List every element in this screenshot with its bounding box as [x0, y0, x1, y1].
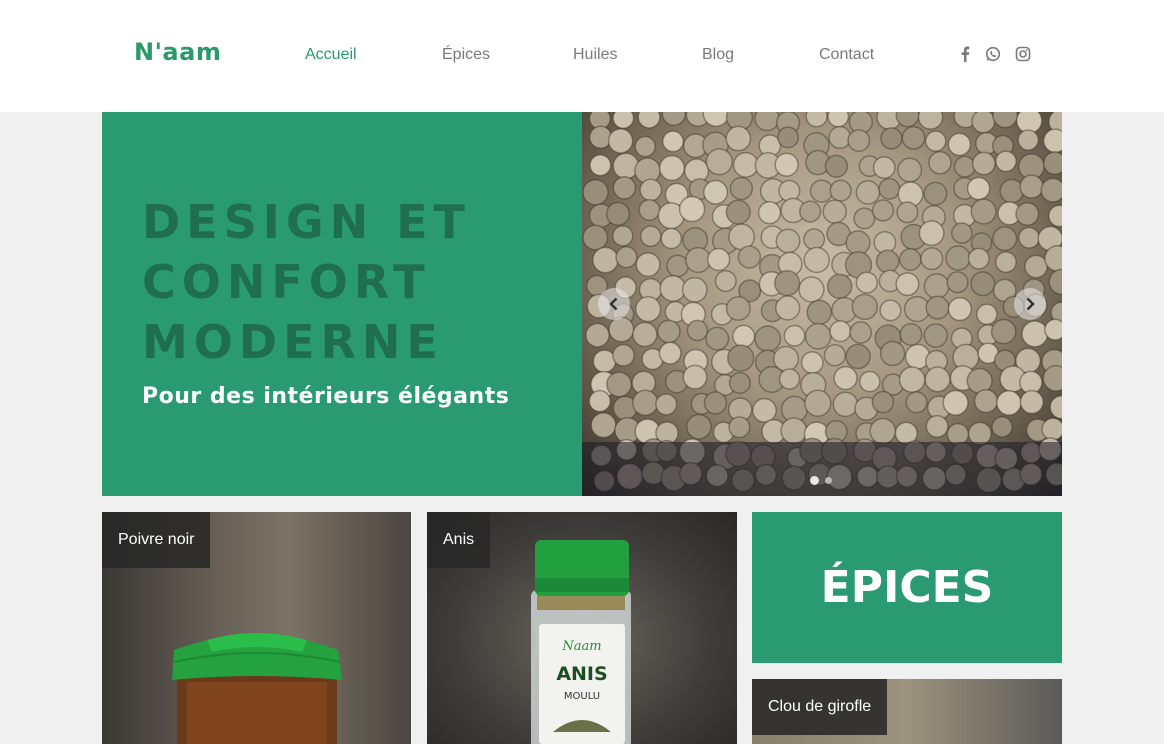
nav-accueil[interactable]: Accueil	[305, 46, 357, 64]
jar-sub-text: MOULU	[564, 691, 600, 702]
card-label: Poivre noir	[102, 512, 211, 568]
logo[interactable]: N'aam	[134, 38, 221, 66]
slider-dot-2[interactable]	[825, 477, 832, 484]
whatsapp-icon[interactable]	[984, 45, 1002, 63]
nav-huiles[interactable]: Huiles	[573, 46, 617, 64]
nav-blog[interactable]: Blog	[702, 46, 734, 64]
hero-image	[582, 112, 1062, 496]
slider-dot-1[interactable]	[810, 476, 819, 485]
chevron-left-icon	[609, 297, 618, 311]
nav-contact[interactable]: Contact	[819, 46, 874, 64]
hero-subtitle: Pour des intérieurs élégants	[142, 384, 510, 409]
site-header: N'aam Accueil Épices Huiles Blog Contact	[0, 0, 1164, 112]
instagram-icon[interactable]	[1014, 45, 1032, 63]
nav-epices[interactable]: Épices	[442, 46, 490, 64]
category-title: ÉPICES	[820, 562, 994, 613]
card-label: Clou de girofle	[752, 679, 888, 735]
card-label: Anis	[427, 512, 491, 568]
chevron-right-icon	[1026, 297, 1035, 311]
product-card-clou-de-girofle[interactable]: Clou de girofle	[752, 679, 1062, 744]
product-card-poivre-noir[interactable]: Poivre noir	[102, 512, 411, 744]
jar-brand-text: Naam	[561, 639, 601, 654]
jar-name-text: ANIS	[556, 663, 607, 685]
hero-slider: DESIGN ET CONFORT MODERNE Pour des intér…	[102, 112, 1062, 496]
hero-text-panel: DESIGN ET CONFORT MODERNE Pour des intér…	[102, 112, 582, 496]
next-arrow-button[interactable]	[1014, 288, 1046, 320]
category-card-epices[interactable]: ÉPICES	[752, 512, 1062, 663]
hero-title: DESIGN ET CONFORT MODERNE	[142, 195, 471, 369]
facebook-icon[interactable]	[956, 45, 974, 63]
product-card-anis[interactable]: Naam ANIS MOULU Anis	[427, 512, 737, 744]
white-pepper-photo	[582, 112, 1062, 496]
prev-arrow-button[interactable]	[598, 288, 630, 320]
